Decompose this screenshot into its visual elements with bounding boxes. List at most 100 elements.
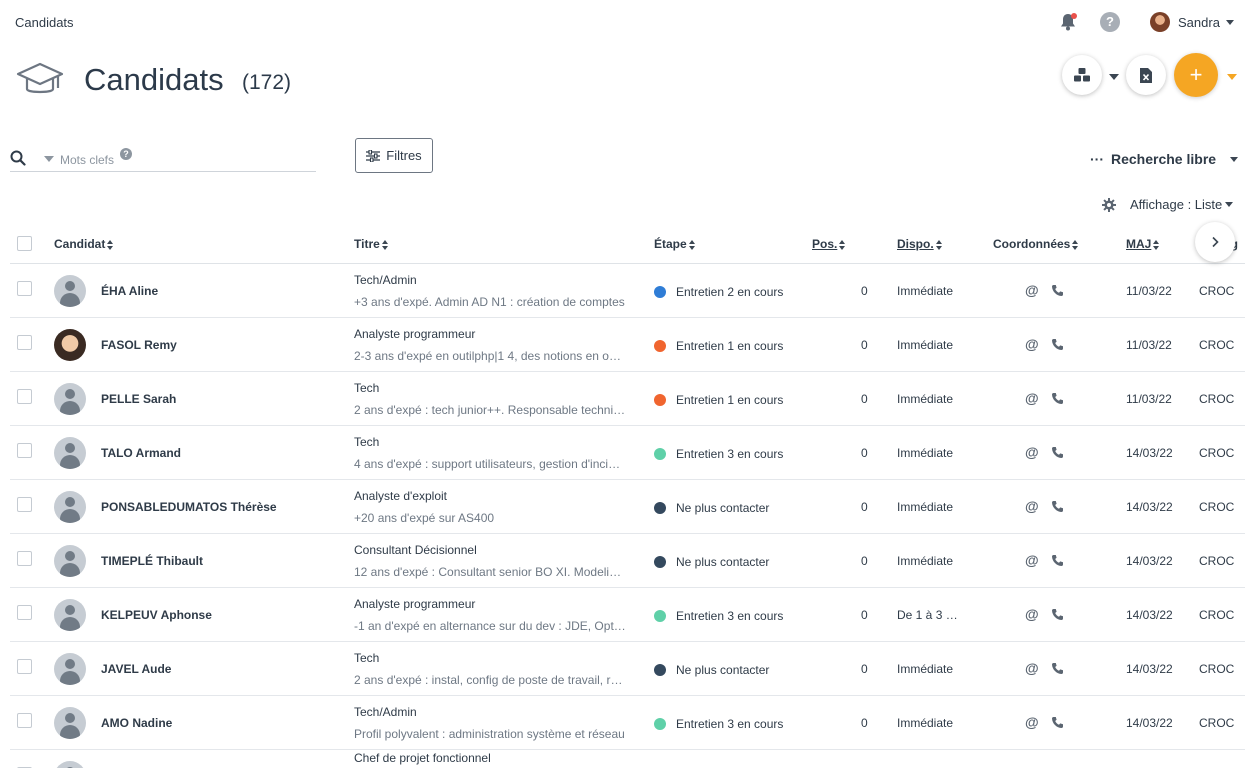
candidate-name[interactable]: PONSABLEDUMATOS Thérèse — [101, 500, 277, 514]
table-row[interactable]: ÉHA Aline Tech/Admin +3 ans d'expé. Admi… — [10, 264, 1245, 318]
email-icon[interactable]: @ — [1025, 336, 1039, 352]
sort-icon — [1153, 239, 1160, 250]
stage-dot — [654, 286, 666, 298]
candidate-name[interactable]: JAVEL Aude — [101, 662, 171, 676]
candidate-name[interactable]: PELLE Sarah — [101, 392, 176, 406]
table-row[interactable]: PONSABLEDUMATOS Thérèse Analyste d'explo… — [10, 480, 1245, 534]
row-checkbox[interactable] — [17, 443, 32, 458]
stage-badge: Ne plus contacter — [654, 663, 769, 677]
sort-icon — [935, 239, 943, 250]
table-row[interactable]: TIMEPLÉ Thibault Consultant Décisionnel … — [10, 534, 1245, 588]
row-checkbox[interactable] — [17, 389, 32, 404]
table-row[interactable]: PELLE Sarah Tech 2 ans d'expé : tech jun… — [10, 372, 1245, 426]
table-row[interactable]: AMO Nadine Tech/Admin Profil polyvalent … — [10, 696, 1245, 750]
display-mode-selector[interactable]: Affichage : Liste — [1102, 197, 1234, 212]
row-subtitle: +20 ans d'expé sur AS400 — [354, 511, 495, 525]
add-candidate-button[interactable]: + — [1174, 53, 1218, 97]
phone-icon[interactable] — [1051, 608, 1064, 626]
row-checkbox[interactable] — [17, 497, 32, 512]
email-icon[interactable]: @ — [1025, 714, 1039, 730]
row-checkbox[interactable] — [17, 659, 32, 674]
search-icon — [10, 150, 26, 166]
column-header-pos[interactable]: Pos. — [812, 237, 846, 251]
search-help-icon[interactable]: ? — [120, 148, 132, 160]
row-checkbox[interactable] — [17, 605, 32, 620]
stage-badge: Entretien 1 en cours — [654, 393, 783, 407]
position-count: 0 — [861, 392, 868, 406]
stage-badge: Entretien 1 en cours — [654, 339, 783, 353]
column-header-etape[interactable]: Étape — [654, 237, 696, 251]
candidate-name[interactable]: AMO Nadine — [101, 716, 172, 730]
table-row[interactable]: FASOL Remy Analyste programmeur 2-3 ans … — [10, 318, 1245, 372]
row-title: Chef de projet fonctionnel — [354, 751, 491, 765]
email-icon[interactable]: @ — [1025, 282, 1039, 298]
source: CROC — [1199, 500, 1235, 514]
email-icon[interactable]: @ — [1025, 660, 1039, 676]
graduation-cap-icon — [16, 60, 64, 100]
phone-icon[interactable] — [1051, 284, 1064, 302]
email-icon[interactable]: @ — [1025, 390, 1039, 406]
row-checkbox[interactable] — [17, 335, 32, 350]
select-all-checkbox[interactable] — [17, 236, 32, 251]
row-checkbox[interactable] — [17, 551, 32, 566]
column-header-candidat[interactable]: Candidat — [54, 237, 114, 251]
phone-icon[interactable] — [1051, 500, 1064, 518]
column-header-titre[interactable]: Titre — [354, 237, 389, 251]
phone-icon[interactable] — [1051, 338, 1064, 356]
phone-icon[interactable] — [1051, 662, 1064, 680]
search-input[interactable]: Mots clefs — [60, 153, 114, 167]
ellipsis-icon: ··· — [1090, 151, 1104, 167]
table-header: Candidat Titre Étape Pos. Dispo. Coordon… — [10, 222, 1245, 264]
updated-date: 14/03/22 — [1126, 608, 1173, 622]
stage-dot — [654, 556, 666, 568]
user-menu[interactable]: Sandra — [1150, 12, 1234, 32]
column-header-coordonnees[interactable]: Coordonnées — [993, 237, 1079, 251]
candidate-name[interactable]: KELPEUV Aphonse — [101, 608, 212, 622]
keyword-search[interactable]: Mots clefs ? — [10, 148, 316, 172]
row-checkbox[interactable] — [17, 281, 32, 296]
row-checkbox[interactable] — [17, 713, 32, 728]
phone-icon[interactable] — [1051, 392, 1064, 410]
candidate-name[interactable]: TALO Armand — [101, 446, 181, 460]
email-icon[interactable]: @ — [1025, 606, 1039, 622]
breadcrumb[interactable]: Candidats — [15, 15, 74, 30]
updated-date: 11/03/22 — [1126, 392, 1172, 406]
email-icon[interactable]: @ — [1025, 444, 1039, 460]
display-mode-label: Affichage : Liste — [1130, 197, 1223, 212]
availability: Immédiate — [897, 392, 954, 406]
stage-label: Entretien 3 en cours — [676, 447, 784, 461]
email-icon[interactable]: @ — [1025, 498, 1039, 514]
gear-icon[interactable] — [1102, 197, 1116, 212]
stage-badge: Entretien 3 en cours — [654, 717, 783, 731]
stage-label: Ne plus contacter — [676, 555, 770, 569]
filters-button[interactable]: Filtres — [355, 138, 433, 173]
table-row[interactable]: TALO Armand Tech 4 ans d'expé : support … — [10, 426, 1245, 480]
candidate-name[interactable]: ÉHA Aline — [101, 284, 158, 298]
column-header-maj[interactable]: MAJ — [1126, 237, 1160, 251]
updated-date: 14/03/22 — [1126, 446, 1173, 460]
export-excel-button[interactable] — [1126, 55, 1166, 95]
column-header-dispo[interactable]: Dispo. — [897, 237, 943, 251]
table-row[interactable]: JAVEL Aude Tech 2 ans d'expé : instal, c… — [10, 642, 1245, 696]
group-actions-button[interactable] — [1062, 55, 1102, 95]
group-actions-chevron-icon[interactable] — [1109, 74, 1119, 80]
free-search-toggle[interactable]: ··· Recherche libre — [1090, 151, 1239, 167]
help-icon[interactable]: ? — [1100, 12, 1120, 32]
table-row[interactable]: Chef de projet fonctionnel — [10, 750, 1245, 768]
stage-badge: Entretien 3 en cours — [654, 447, 783, 461]
phone-icon[interactable] — [1051, 554, 1064, 572]
search-mode-chevron-icon[interactable] — [44, 156, 54, 162]
chevron-right-icon — [1212, 236, 1219, 248]
phone-icon[interactable] — [1051, 446, 1064, 464]
candidate-name[interactable]: TIMEPLÉ Thibault — [101, 554, 203, 568]
add-candidate-chevron-icon[interactable] — [1227, 74, 1237, 80]
email-icon[interactable]: @ — [1025, 552, 1039, 568]
candidate-name[interactable]: FASOL Remy — [101, 338, 177, 352]
phone-icon[interactable] — [1051, 716, 1064, 734]
table-row[interactable]: KELPEUV Aphonse Analyste programmeur -1 … — [10, 588, 1245, 642]
scroll-columns-right-button[interactable] — [1195, 222, 1235, 262]
source: CROC — [1199, 284, 1235, 298]
source: CROC — [1199, 392, 1235, 406]
sort-icon — [688, 239, 696, 250]
notifications-bell-icon[interactable] — [1058, 12, 1078, 32]
